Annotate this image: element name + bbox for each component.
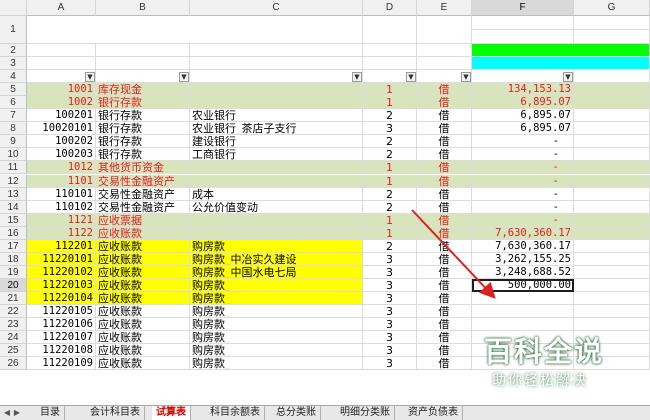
tab-scroll-right-icon[interactable]: ▶ (12, 407, 22, 419)
red-arrow-line (411, 209, 496, 299)
spreadsheet-grid[interactable]: ABCDEFG 1 2 3 4 5 6 7 8 9 10 11 12 13 14 15 16 17 18 19 20 2… (0, 0, 650, 405)
sheet-tab-bar: ◀ ▶ 目录 会计科目表 科目余额表 总分类账 明细分类账 资产负债表 试算表 (0, 405, 650, 420)
sheet-tab-5[interactable]: 明细分类账 (336, 406, 395, 420)
sheet-tab-active[interactable]: 试算表 (152, 406, 191, 420)
sheet-tab-2[interactable]: 会计科目表 (86, 406, 145, 420)
watermark-subtitle: 助你轻松解决 (492, 373, 588, 389)
sheet-tab-6[interactable]: 资产负债表 (404, 406, 463, 420)
watermark-logo: 百科全说 助你轻松解决 (466, 330, 626, 396)
sheet-tab-1[interactable]: 目录 (36, 406, 65, 420)
sheet-tab-3[interactable]: 科目余额表 (206, 406, 265, 420)
sheet-tab-4[interactable]: 总分类账 (272, 406, 321, 420)
tab-scroll-left-icon[interactable]: ◀ (2, 407, 12, 419)
watermark-title: 百科全说 (484, 335, 605, 368)
